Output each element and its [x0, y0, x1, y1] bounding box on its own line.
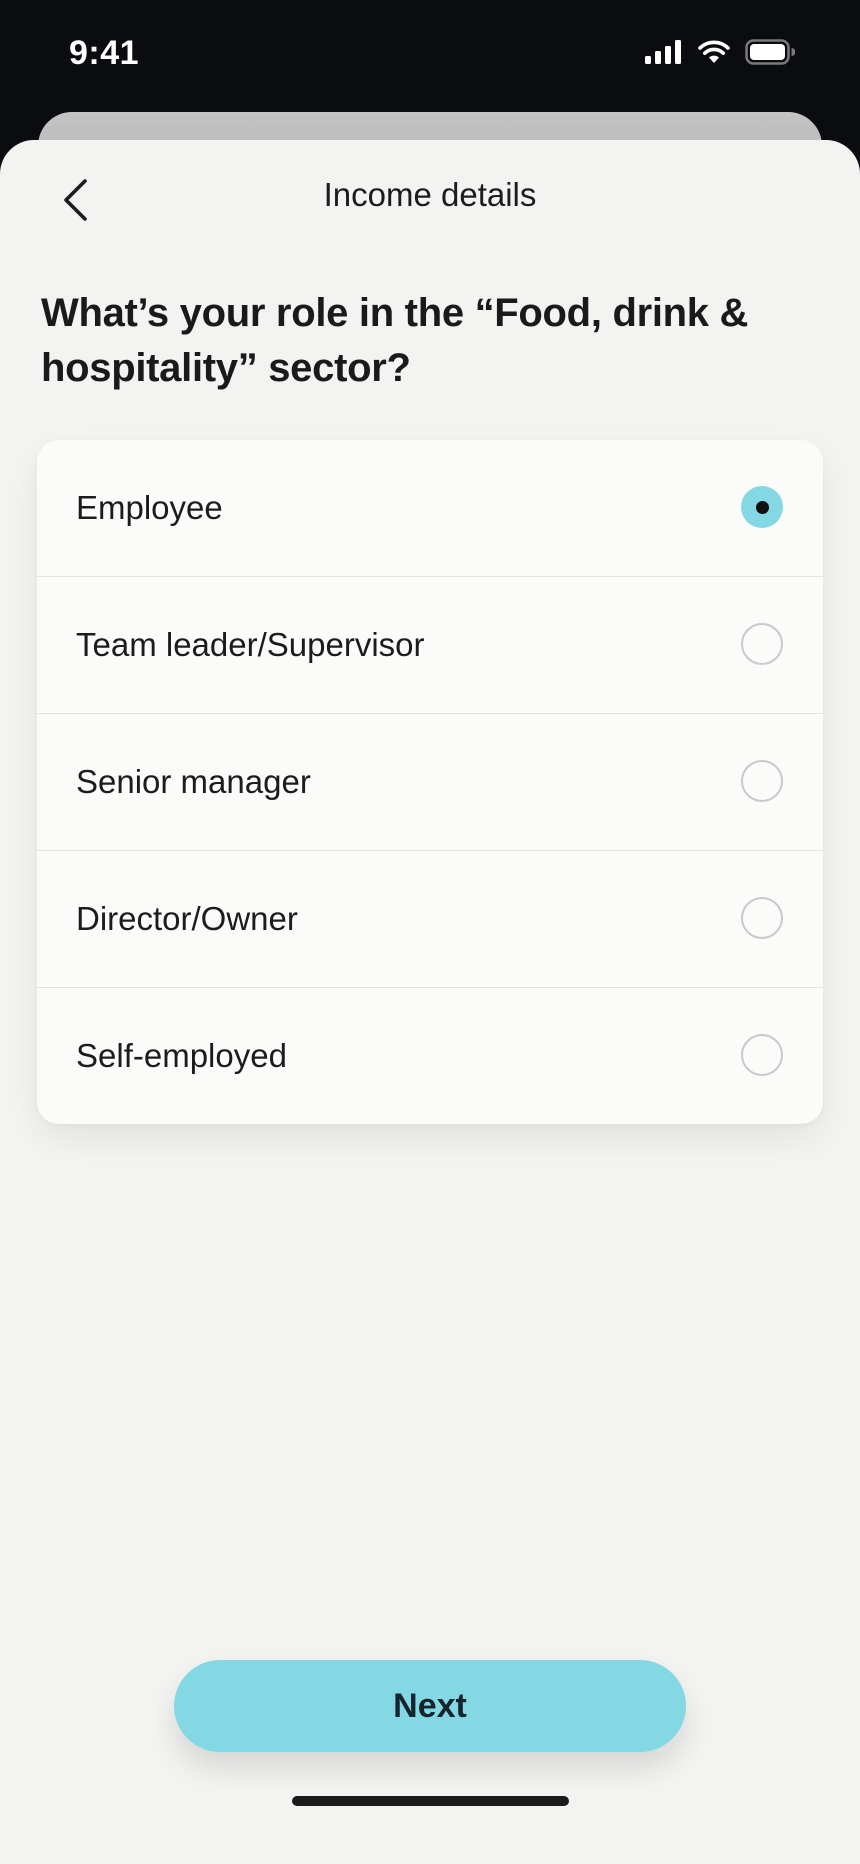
option-label: Team leader/Supervisor [76, 626, 425, 663]
radio-button[interactable] [741, 760, 783, 802]
option-label: Director/Owner [76, 900, 298, 937]
option-label: Self-employed [76, 1037, 287, 1074]
home-indicator [292, 1796, 569, 1806]
next-button[interactable]: Next [174, 1660, 686, 1752]
status-bar: 9:41 [0, 0, 860, 110]
status-time: 9:41 [69, 34, 140, 72]
radio-button[interactable] [741, 1034, 783, 1076]
option-label: Senior manager [76, 763, 311, 800]
wifi-icon [698, 40, 730, 63]
option-director-owner[interactable]: Director/Owner [37, 850, 823, 987]
option-self-employed[interactable]: Self-employed [37, 987, 823, 1124]
option-team-leader-supervisor[interactable]: Team leader/Supervisor [37, 576, 823, 713]
radio-button[interactable] [741, 897, 783, 939]
question-heading: What’s your role in the “Food, drink & h… [41, 291, 749, 390]
cellular-signal-icon [645, 40, 681, 64]
option-label: Employee [76, 489, 223, 526]
option-senior-manager[interactable]: Senior manager [37, 713, 823, 850]
income-details-sheet: Income details What’s your role in the “… [0, 140, 860, 1864]
option-employee[interactable]: Employee [37, 440, 823, 576]
radio-button-selected[interactable] [741, 486, 783, 528]
status-icons [645, 39, 795, 65]
page-title: Income details [323, 176, 537, 213]
radio-button[interactable] [741, 623, 783, 665]
role-options-list: Employee Team leader/Supervisor Senior m… [37, 440, 823, 1124]
battery-icon [745, 39, 795, 65]
